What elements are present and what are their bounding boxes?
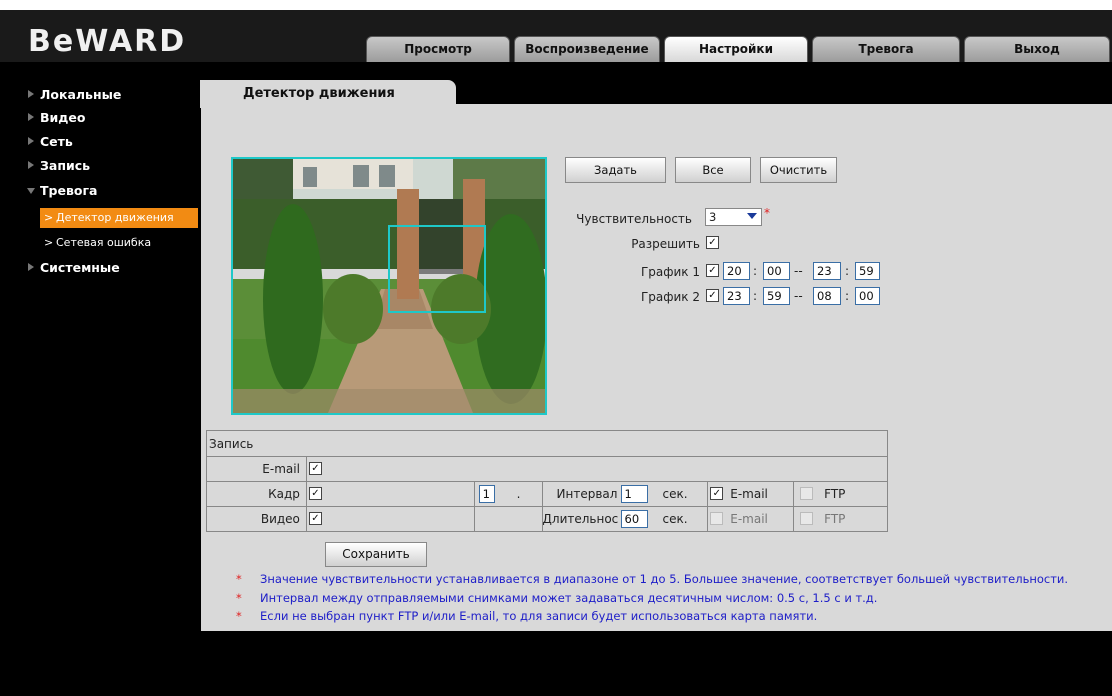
record-header: Запись — [206, 430, 888, 457]
record-header-row: Запись — [206, 430, 888, 457]
frame-count-dot: . — [516, 487, 521, 501]
schedule2-end-hour-input[interactable]: 08 — [813, 287, 841, 305]
record-video-label: Видео — [206, 506, 307, 532]
arrow-down-icon — [27, 188, 35, 194]
duration-label: Длительнос — [542, 512, 619, 526]
video-email-checkbox[interactable] — [710, 512, 724, 525]
tab-view[interactable]: Просмотр — [366, 36, 510, 62]
arrow-right-icon — [28, 113, 34, 121]
frame-ftp-label: FTP — [824, 487, 846, 501]
sidebar-item-alarm[interactable]: Тревога — [27, 183, 97, 198]
save-button[interactable]: Сохранить — [325, 542, 427, 567]
schedule2-checkbox[interactable]: ✓ — [706, 289, 719, 302]
interval-unit: сек. — [662, 487, 688, 501]
video-ftp-checkbox[interactable] — [800, 512, 814, 525]
record-email-label: E-mail — [206, 456, 307, 482]
sidebar-subitem-motion-detector[interactable]: > Детектор движения — [40, 208, 198, 228]
schedule1-checkbox[interactable]: ✓ — [706, 264, 719, 277]
range-separator: -- — [794, 289, 803, 303]
schedule2-label: График 2 — [640, 290, 700, 304]
enable-checkbox[interactable]: ✓ — [706, 236, 719, 249]
schedule1-end-minute-input[interactable]: 59 — [855, 262, 880, 280]
schedule1-label: График 1 — [640, 265, 700, 279]
video-ftp-label: FTP — [824, 512, 846, 526]
duration-unit: сек. — [662, 512, 688, 526]
note-star: * — [236, 572, 242, 586]
section-title-tab: Детектор движения — [200, 80, 456, 108]
schedule1-start-hour-input[interactable]: 20 — [723, 262, 750, 280]
interval-label: Интервал — [556, 487, 618, 501]
top-strip — [0, 0, 1112, 10]
schedule2-start-hour-input[interactable]: 23 — [723, 287, 750, 305]
enable-label: Разрешить — [631, 237, 700, 251]
frame-ftp-checkbox[interactable] — [800, 487, 814, 500]
tab-playback[interactable]: Воспроизведение — [514, 36, 660, 62]
arrow-right-icon — [28, 137, 34, 145]
brand-logo: BeWARD — [28, 24, 187, 59]
arrow-right-icon — [28, 263, 34, 271]
video-email-label: E-mail — [730, 512, 768, 526]
schedule2-end-minute-input[interactable]: 00 — [855, 287, 880, 305]
camera-image — [233, 159, 545, 413]
arrow-right-icon — [28, 90, 34, 98]
record-table: Запись E-mail ✓ Кадр ✓ 1 . Интервал 1 се… — [206, 430, 889, 532]
frame-email-checkbox[interactable]: ✓ — [710, 487, 724, 500]
tab-settings[interactable]: Настройки — [664, 36, 808, 62]
record-email-row: E-mail ✓ — [206, 456, 889, 482]
set-region-button[interactable]: Задать — [565, 157, 666, 183]
time-separator: : — [753, 264, 758, 278]
chevron-right-icon: > — [44, 236, 54, 249]
note-star: * — [236, 591, 242, 605]
sensitivity-value: 3 — [709, 210, 717, 224]
record-frame-checkbox[interactable]: ✓ — [308, 487, 322, 500]
schedule1-start-minute-input[interactable]: 00 — [763, 262, 790, 280]
sidebar-item-system[interactable]: Системные — [28, 260, 120, 275]
note-star: * — [236, 609, 242, 623]
record-video-row: Видео ✓ Длительнос 60 сек. E-mail FTP — [206, 506, 888, 532]
sensitivity-label: Чувствительность — [576, 212, 692, 226]
time-separator: : — [845, 264, 850, 278]
time-separator: : — [845, 289, 850, 303]
time-separator: : — [753, 289, 758, 303]
sidebar-item-record[interactable]: Запись — [28, 158, 90, 173]
sidebar-item-network[interactable]: Сеть — [28, 134, 73, 149]
sidebar-item-video[interactable]: Видео — [28, 110, 85, 125]
sidebar-item-local[interactable]: Локальные — [28, 87, 121, 102]
chevron-right-icon: > — [44, 211, 54, 224]
interval-input[interactable]: 1 — [620, 485, 648, 503]
clear-region-button[interactable]: Очистить — [760, 157, 837, 183]
duration-input[interactable]: 60 — [620, 510, 648, 528]
sensitivity-select[interactable]: 3 — [705, 208, 762, 226]
select-all-button[interactable]: Все — [675, 157, 751, 183]
record-frame-row: Кадр ✓ 1 . Интервал 1 сек. ✓ E-mail FTP — [206, 481, 888, 507]
schedule2-start-minute-input[interactable]: 59 — [763, 287, 790, 305]
sidebar — [0, 62, 200, 696]
frame-email-label: E-mail — [730, 487, 768, 501]
record-video-checkbox[interactable]: ✓ — [308, 512, 322, 525]
schedule1-end-hour-input[interactable]: 23 — [813, 262, 841, 280]
tab-alarm[interactable]: Тревога — [812, 36, 960, 62]
sidebar-subitem-network-error[interactable]: > Сетевая ошибка — [40, 233, 198, 253]
camera-preview[interactable] — [231, 157, 547, 415]
frame-count-input[interactable]: 1 — [478, 485, 495, 503]
chevron-down-icon — [747, 213, 757, 219]
required-mark: * — [764, 206, 770, 220]
record-frame-label: Кадр — [206, 481, 307, 507]
record-email-checkbox[interactable]: ✓ — [308, 462, 322, 475]
tab-exit[interactable]: Выход — [964, 36, 1110, 62]
range-separator: -- — [794, 264, 803, 278]
arrow-right-icon — [28, 161, 34, 169]
